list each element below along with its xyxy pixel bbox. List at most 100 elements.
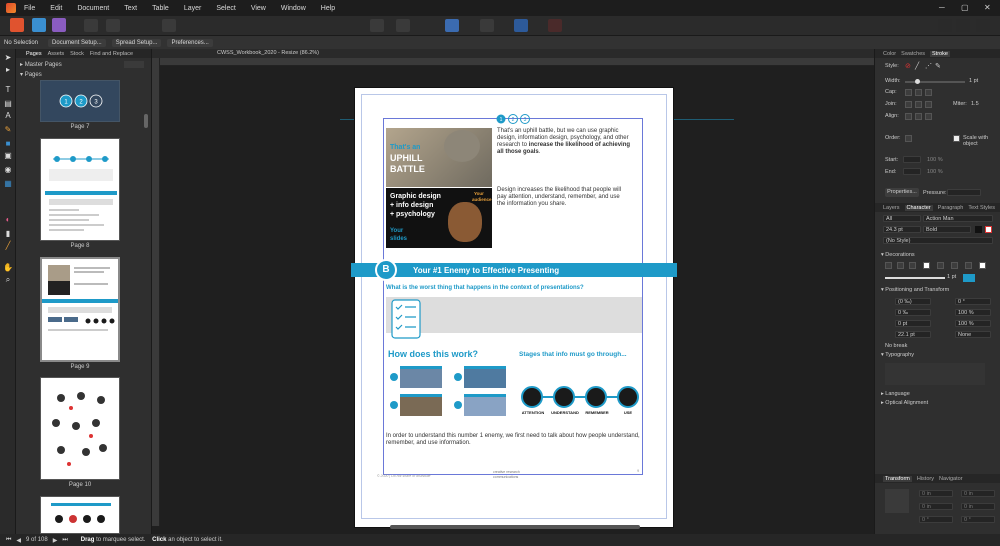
- strikethrough-icon[interactable]: [937, 262, 944, 269]
- uphill-battle-image[interactable]: That's an UPHILL BATTLE: [386, 128, 492, 187]
- decoration-size[interactable]: 1 pt: [947, 274, 956, 280]
- transform-w-field[interactable]: 0 in: [961, 490, 995, 497]
- minimize-icon[interactable]: ─: [939, 3, 945, 12]
- zoom-tool-icon[interactable]: ⌕: [3, 275, 13, 285]
- start-arrow-select[interactable]: [903, 156, 921, 163]
- frame-text-tool-icon[interactable]: T: [3, 85, 13, 95]
- tab-find-replace[interactable]: Find and Replace: [90, 51, 133, 57]
- page-thumb-8[interactable]: [40, 138, 120, 241]
- no-stroke-icon[interactable]: ⊘: [905, 62, 911, 70]
- width-slider-handle[interactable]: [915, 79, 920, 84]
- text-color-swatch[interactable]: [975, 226, 982, 233]
- designer-persona-icon[interactable]: [32, 18, 46, 32]
- menu-edit[interactable]: Edit: [50, 5, 62, 12]
- node-tool-icon[interactable]: ▸: [3, 65, 13, 75]
- tab-text-styles[interactable]: Text Styles: [968, 205, 995, 211]
- color-picker-tool-icon[interactable]: ╱: [3, 241, 13, 251]
- arrange-icon[interactable]: [956, 19, 970, 32]
- menu-file[interactable]: File: [24, 5, 35, 12]
- menu-view[interactable]: View: [251, 5, 266, 12]
- panel-actions-icon[interactable]: [124, 61, 144, 68]
- page-thumb-10[interactable]: [40, 377, 120, 480]
- strike-color-icon[interactable]: [979, 262, 986, 269]
- place-image-tool-icon[interactable]: ▦: [3, 179, 13, 189]
- tab-navigator[interactable]: Navigator: [939, 476, 963, 482]
- artistic-text-tool-icon[interactable]: A: [3, 111, 13, 121]
- preferences-button[interactable]: Preferences...: [167, 38, 213, 47]
- document-setup-button[interactable]: Document Setup...: [48, 38, 106, 47]
- pen-tool-icon[interactable]: [548, 19, 562, 32]
- snapping-icon[interactable]: [445, 19, 459, 32]
- decorations-header[interactable]: ▾ Decorations: [881, 252, 915, 258]
- graphic-design-image[interactable]: Graphic design + info design + psycholog…: [386, 188, 492, 248]
- tab-character[interactable]: Character: [904, 204, 933, 211]
- tab-stroke[interactable]: Stroke: [930, 50, 950, 57]
- tab-color[interactable]: Color: [883, 51, 896, 57]
- pages-scrollbar[interactable]: [144, 114, 148, 128]
- cap-square-icon[interactable]: [925, 89, 932, 96]
- first-page-icon[interactable]: ⏮: [6, 537, 11, 544]
- transform-rotate-field[interactable]: 0 °: [919, 516, 953, 523]
- preview-mode-icon[interactable]: [480, 19, 494, 32]
- photo-persona-icon[interactable]: [52, 18, 66, 32]
- cap-butt-icon[interactable]: [905, 89, 912, 96]
- decoration-color-icon[interactable]: [923, 262, 930, 269]
- end-arrow-select[interactable]: [903, 168, 921, 175]
- shear-field[interactable]: 0 °: [955, 298, 991, 305]
- double-strike-icon[interactable]: [951, 262, 958, 269]
- bottom-paragraph[interactable]: In order to understand this number 1 ene…: [386, 433, 642, 447]
- cap-round-icon[interactable]: [915, 89, 922, 96]
- answer-box[interactable]: [386, 297, 642, 333]
- order-front-icon[interactable]: [905, 135, 912, 142]
- ellipse-frame-tool-icon[interactable]: ◉: [3, 165, 13, 175]
- share-icon[interactable]: [162, 19, 176, 32]
- language-header[interactable]: ▸ Language: [881, 391, 910, 397]
- document-page[interactable]: 1 2 3 That's an UPHILL BATTLE Graphic de…: [351, 87, 677, 528]
- assistant-icon[interactable]: [938, 19, 952, 32]
- master-pages-section[interactable]: ▸ Master Pages: [20, 61, 62, 68]
- double-underline-icon[interactable]: [897, 262, 904, 269]
- rectangle-tool-icon[interactable]: ■: [3, 139, 13, 149]
- width-slider[interactable]: [905, 81, 965, 83]
- menu-table[interactable]: Table: [152, 5, 169, 12]
- align-outside-icon[interactable]: [925, 113, 932, 120]
- dashed-stroke-icon[interactable]: ⋰: [925, 62, 932, 70]
- tab-stock[interactable]: Stock: [70, 51, 84, 57]
- start-percent[interactable]: 100 %: [927, 157, 943, 163]
- intro-paragraph[interactable]: That's an uphill battle, but we can use …: [497, 128, 632, 156]
- move-up-icon[interactable]: [370, 19, 384, 32]
- transform-h-field[interactable]: 0 in: [961, 503, 995, 510]
- text-highlight-swatch[interactable]: [985, 226, 992, 233]
- transform-y-field[interactable]: 0 in: [919, 503, 953, 510]
- prev-page-icon[interactable]: ◀: [16, 537, 21, 544]
- hand-tool-icon[interactable]: ✋: [3, 263, 13, 273]
- maximize-icon[interactable]: ▢: [961, 3, 969, 12]
- font-weight-select[interactable]: Bold: [923, 226, 971, 233]
- strike-alt-icon[interactable]: [965, 262, 972, 269]
- character-style-select[interactable]: (No Style): [883, 237, 993, 244]
- move-tool-icon[interactable]: ➤: [3, 53, 13, 63]
- join-round-icon[interactable]: [915, 101, 922, 108]
- page-thumb-11[interactable]: [40, 496, 120, 534]
- horizontal-scrollbar[interactable]: [390, 525, 640, 529]
- menu-select[interactable]: Select: [216, 5, 235, 12]
- design-paragraph[interactable]: Design increases the likelihood that peo…: [497, 187, 627, 208]
- transform-x-field[interactable]: 0 in: [919, 490, 953, 497]
- font-size-field[interactable]: 24.3 pt: [883, 226, 921, 233]
- close-icon[interactable]: ✕: [984, 3, 991, 12]
- pen-tool-icon[interactable]: ✎: [3, 125, 13, 135]
- pressure-graph[interactable]: [947, 189, 981, 196]
- document-tab[interactable]: CWSS_Workbook_2020 - Resize (86.2%): [152, 49, 874, 58]
- width-value[interactable]: 1 pt: [969, 78, 978, 84]
- optical-alignment-header[interactable]: ▸ Optical Alignment: [881, 400, 928, 406]
- page-thumb-9[interactable]: [40, 257, 120, 362]
- decoration-color-swatch[interactable]: [963, 274, 975, 282]
- underline-alt-icon[interactable]: [909, 262, 916, 269]
- fill-tool-icon[interactable]: ◐: [3, 215, 13, 225]
- vertical-ruler[interactable]: [152, 58, 160, 526]
- no-break-option[interactable]: No break: [885, 343, 907, 349]
- horizontal-ruler[interactable]: [160, 58, 874, 66]
- spread-setup-button[interactable]: Spread Setup...: [111, 38, 162, 47]
- tab-history[interactable]: History: [917, 476, 934, 482]
- leading-field[interactable]: 22.1 pt: [895, 331, 931, 338]
